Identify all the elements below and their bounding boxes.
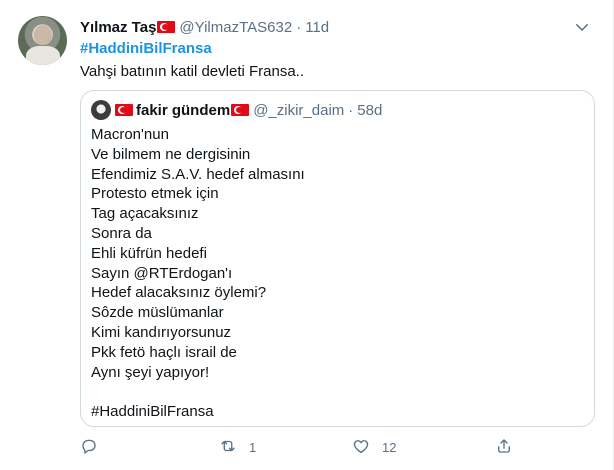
tweet-actions: 1 12: [80, 436, 600, 458]
hashtag-link[interactable]: #HaddiniBilFransa: [80, 40, 212, 57]
author-name[interactable]: Yılmaz Taş: [80, 19, 156, 36]
quote-line: Hedef alacaksınız öylemi?: [91, 284, 267, 302]
turkish-flag-icon: [231, 104, 250, 116]
quote-author-name: fakir gündem: [136, 101, 231, 119]
quote-line: Protesto etmek için: [91, 185, 219, 203]
quote-header: fakir gündem @_zikir_daim · 58d: [91, 100, 382, 120]
quote-line: [91, 382, 305, 402]
retweet-button[interactable]: 1: [219, 436, 256, 458]
reply-button[interactable]: [80, 436, 110, 458]
turkish-flag-icon: [115, 104, 133, 116]
tweet-header: Yılmaz Taş @YilmazTAS632 · 11d: [80, 17, 329, 37]
reply-icon: [80, 437, 98, 458]
quote-timestamp: 58d: [357, 101, 383, 119]
quote-line: Sayın @RTErdogan'ı: [91, 264, 233, 282]
quote-hashtag: #HaddiniBilFransa: [91, 403, 214, 421]
author-handle[interactable]: @YilmazTAS632: [179, 19, 292, 36]
quote-text: Macron'nun Ve bilmem ne dergisinin Efend…: [91, 125, 305, 422]
share-icon: [495, 437, 513, 458]
quote-line: Sôzde müslümanlar: [91, 304, 224, 322]
author-avatar[interactable]: [18, 16, 67, 65]
quote-line: Ve bilmem ne dergisinin: [91, 145, 251, 163]
tweet-timestamp[interactable]: 11d: [305, 19, 329, 36]
quote-line: Ehli küfrün hedefi: [91, 244, 207, 262]
quote-line: Efendimiz S.A.V. hedef almasını: [91, 165, 305, 183]
retweet-icon: [219, 437, 237, 458]
caret-down-icon[interactable]: [573, 18, 591, 36]
quote-line: Macron'nun: [91, 126, 169, 143]
quote-author-handle: @_zikir_daim: [253, 101, 345, 119]
quote-author-avatar: [91, 100, 111, 120]
tweet[interactable]: Yılmaz Taş @YilmazTAS632 · 11d #HaddiniB…: [0, 0, 614, 470]
tweet-text: Vahşi batının katil devleti Fransa..: [80, 63, 305, 80]
quoted-tweet[interactable]: fakir gündem @_zikir_daim · 58d Macron'n…: [80, 90, 595, 427]
separator-dot: ·: [348, 101, 354, 119]
quote-line: Pkk fetö haçlı israil de: [91, 343, 237, 361]
separator-dot: ·: [296, 18, 302, 36]
quote-line: Kimi kandırıyorsunuz: [91, 323, 232, 341]
share-button[interactable]: [495, 436, 513, 458]
turkish-flag-icon: [157, 21, 176, 33]
retweet-count: 1: [249, 439, 257, 455]
quote-line: Aynı şeyi yapıyor!: [91, 363, 210, 381]
quote-line: Sonra da: [91, 224, 152, 242]
like-count: 12: [382, 439, 397, 455]
like-icon: [352, 437, 370, 458]
quote-line: Tag açacaksınız: [91, 205, 199, 223]
like-button[interactable]: 12: [352, 436, 396, 458]
